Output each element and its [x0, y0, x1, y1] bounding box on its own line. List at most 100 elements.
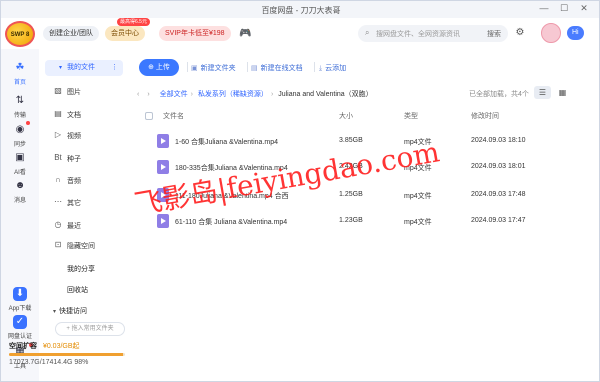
rail-sync[interactable]: ◉ 同步 — [1, 123, 39, 148]
sidebar-item-docs[interactable]: ▤ 文档 — [54, 109, 81, 120]
sidebar-item-recent[interactable]: ◷ 最近 — [55, 220, 82, 231]
new-online-doc-button[interactable]: ▤ 新建在线文档 — [251, 63, 303, 73]
quota-price: ¥0.03/GB起 — [42, 343, 80, 350]
storage-usage-text: 17073.7G/17414.4G 98% — [9, 359, 89, 366]
minimize-icon[interactable]: — — [537, 3, 551, 13]
file-modified: 2024.09.03 17:48 — [471, 191, 526, 198]
file-size: 1.25GB — [339, 191, 363, 198]
file-modified: 2024.09.03 18:10 — [471, 137, 526, 144]
sidebar-item-audio[interactable]: ∩ 音频 — [55, 175, 81, 186]
rail-app-download[interactable]: ⬇ App下载 — [1, 287, 39, 312]
sidebar-item-label: 隐藏空间 — [67, 243, 95, 250]
rail-message-label: 消息 — [13, 198, 26, 204]
search-input[interactable]: 搜网盘文件、全网资源资讯 — [376, 29, 460, 39]
sidebar-item-label: 图片 — [67, 89, 81, 96]
title-bar: 百度网盘 - 刀刀大表哥 — ☐ ✕ — [1, 1, 599, 18]
breadcrumb-parent[interactable]: 私发系列（稀缺资源） — [198, 91, 268, 98]
file-size: 1.23GB — [339, 217, 363, 224]
col-modified[interactable]: 修改时间 — [471, 111, 499, 121]
file-modified: 2024.09.03 17:47 — [471, 217, 526, 224]
close-icon[interactable]: ✕ — [577, 3, 591, 14]
folder-plus-icon: ▣ — [191, 65, 198, 72]
file-type: mp4文件 — [404, 219, 432, 226]
sidebar-item-hidden-space[interactable]: ⊡ 隐藏空间 — [55, 240, 95, 251]
vip-center-button[interactable]: 会员中心 — [105, 26, 145, 41]
svip-promo-button[interactable]: SVIP年卡低至¥198 — [159, 26, 231, 41]
hidden-space-icon: ⊡ — [54, 240, 62, 249]
message-icon: ☻ — [14, 180, 26, 191]
hi-button[interactable]: Hi — [567, 26, 584, 40]
gamepad-icon[interactable]: 🎮 — [239, 28, 251, 39]
window-title: 百度网盘 - 刀刀大表哥 — [261, 6, 341, 15]
other-icon: ⋯ — [54, 197, 62, 206]
cloud-add-button[interactable]: ⤓ 云添加 — [319, 63, 346, 73]
loaded-count: 已全部加载，共4个 — [469, 91, 529, 98]
storage-usage-fill — [9, 353, 123, 356]
avatar[interactable] — [541, 23, 561, 43]
select-all-checkbox[interactable] — [145, 112, 153, 120]
maximize-icon[interactable]: ☐ — [557, 3, 571, 14]
app-logo[interactable]: SWP 8 — [5, 21, 35, 47]
sidebar-recycle-bin[interactable]: 回收站 — [67, 285, 88, 295]
new-folder-button[interactable]: ▣ 新建文件夹 — [191, 63, 236, 73]
sidebar-item-label: 种子 — [67, 156, 81, 163]
sidebar-my-share[interactable]: 我的分享 — [67, 264, 95, 274]
storage-usage-bar — [9, 353, 125, 356]
search-box[interactable]: ⌕ 搜网盘文件、全网资源资讯 搜索 — [358, 25, 508, 42]
quick-access-header[interactable]: ▾ 快捷访问 — [53, 306, 87, 316]
forward-icon[interactable]: › — [147, 91, 149, 98]
sidebar-item-torrents[interactable]: Bt 种子 — [54, 153, 81, 164]
rail-message[interactable]: ☻ 消息 — [1, 179, 39, 204]
search-button[interactable]: 搜索 — [487, 29, 501, 39]
rail-app-download-label: App下载 — [8, 306, 32, 312]
search-icon: ⌕ — [365, 28, 370, 37]
quota-title: 空间扩容 — [9, 343, 37, 350]
vip-promo-badge: 最高得6.5元 — [117, 18, 150, 26]
nav-sidebar: ▾ 我的文件 ⋮ ▧ 图片 ▤ 文档 ▷ 视频 Bt 种子 ∩ 音频 ⋯ 其它 ◷ 最近 ⊡ 隐… — [9, 49, 129, 381]
my-files-header[interactable]: ▾ 我的文件 ⋮ — [45, 60, 123, 76]
video-icon: ▷ — [54, 130, 62, 139]
rail-verify[interactable]: ✓ 网盘认证 — [1, 315, 39, 340]
rail-ai-view[interactable]: ▣ AI看 — [1, 151, 39, 176]
upload-label: 上传 — [155, 64, 170, 71]
quota-promo[interactable]: 空间扩容 ¥0.03/GB起 — [9, 341, 119, 351]
image-icon: ▧ — [54, 86, 62, 95]
torrent-icon: Bt — [54, 153, 62, 162]
back-icon[interactable]: ‹ — [137, 91, 139, 98]
col-type[interactable]: 类型 — [404, 111, 418, 121]
new-doc-label: 新建在线文档 — [260, 65, 303, 72]
list-view-icon[interactable]: ☰ — [534, 86, 551, 99]
sidebar-item-videos[interactable]: ▷ 视频 — [55, 130, 81, 141]
sidebar-item-label: 其它 — [67, 200, 81, 207]
file-name[interactable]: 1-60 合集Juliana &Valentina.mp4 — [175, 137, 278, 147]
main-content: ⊕ 上传 ▣ 新建文件夹 ▤ 新建在线文档 ⤓ 云添加 ‹ › 全部文件 › 私发系列（稀… — [129, 49, 599, 381]
create-org-button[interactable]: 创建企业/团队 — [43, 26, 99, 41]
rail-sync-label: 同步 — [13, 142, 26, 148]
video-file-icon — [157, 160, 169, 174]
grid-view-icon[interactable]: ▦ — [554, 86, 571, 99]
cloud-add-label: 云添加 — [325, 65, 347, 72]
app-window: 百度网盘 - 刀刀大表哥 — ☐ ✕ SWP 8 创建企业/团队 会员中心 最高… — [0, 0, 600, 382]
rail-home[interactable]: ☘ 首页 — [1, 61, 39, 86]
file-name[interactable]: 61-110 合集 Juliana &Valentina.mp4 — [175, 217, 287, 227]
logo-text: SWP 8 — [10, 32, 30, 38]
sidebar-item-label: 文档 — [67, 112, 81, 119]
more-icon[interactable]: ⋮ — [111, 60, 118, 76]
settings-gear-icon[interactable]: ⚙ — [513, 26, 527, 40]
col-name[interactable]: 文件名 — [163, 111, 184, 121]
rail-transfer[interactable]: ⇅ 传输 — [1, 94, 39, 119]
doc-plus-icon: ▤ — [251, 65, 258, 72]
add-quick-access-button[interactable]: + 拖入常用文件夹 — [55, 322, 125, 336]
sidebar-item-label: 最近 — [67, 223, 81, 230]
my-files-label: 我的文件 — [67, 64, 95, 71]
table-header: 文件名 大小 类型 修改时间 — [139, 109, 597, 123]
breadcrumb-current: Juliana and Valentina（双胞） — [278, 91, 373, 98]
col-size[interactable]: 大小 — [339, 111, 353, 121]
table-row[interactable]: 61-110 合集 Juliana &Valentina.mp4 1.23GB … — [139, 209, 597, 233]
rail-home-label: 首页 — [13, 80, 26, 86]
sidebar-item-other[interactable]: ⋯ 其它 — [54, 197, 81, 208]
upload-button[interactable]: ⊕ 上传 — [139, 59, 179, 76]
sync-notification-dot — [26, 121, 30, 125]
sidebar-item-images[interactable]: ▧ 图片 — [54, 86, 81, 97]
breadcrumb-root[interactable]: 全部文件 — [160, 91, 188, 98]
